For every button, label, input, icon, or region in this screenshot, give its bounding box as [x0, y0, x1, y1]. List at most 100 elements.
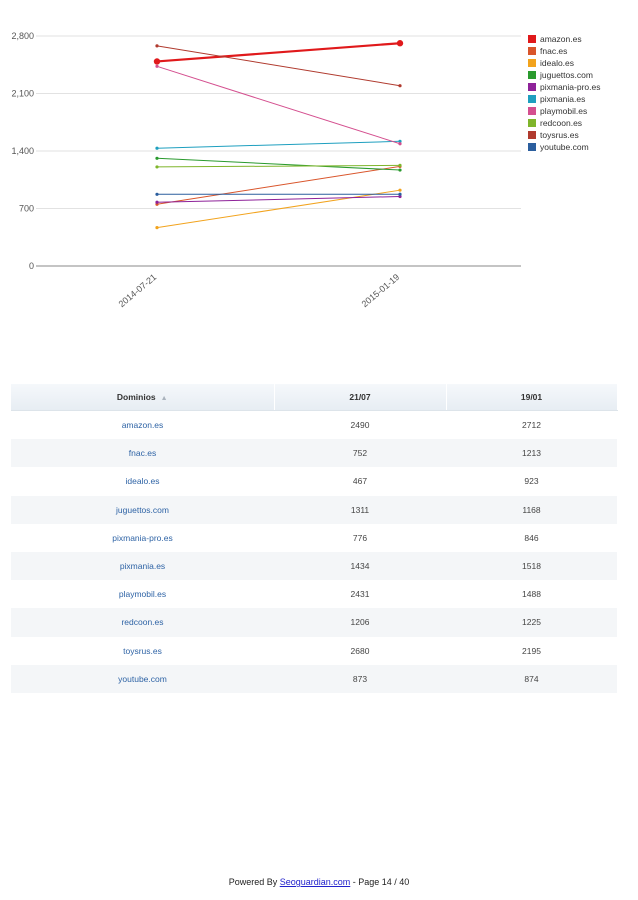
y-tick-label: 2,100 — [11, 89, 34, 99]
table-row: pixmania.es 1434 1518 — [11, 551, 617, 581]
series-line — [156, 165, 401, 205]
legend-label: fnac.es — [540, 46, 568, 56]
footer-suffix: - Page 14 / 40 — [350, 877, 410, 887]
value-cell: 2680 — [350, 645, 370, 656]
legend-item[interactable]: redcoon.es — [528, 117, 636, 129]
domains-table: Dominios ▲ 21/07 19/01 amazon.es 2490 2712 f… — [11, 384, 618, 693]
value-cell: 2431 — [350, 589, 370, 600]
x-tick-label: 2015-01-19 — [360, 272, 402, 309]
domain-cell[interactable]: pixmania-pro.es — [11, 524, 274, 552]
value-cell: 1213 — [446, 439, 617, 468]
header-dominios[interactable]: Dominios ▲ — [11, 384, 275, 411]
series-line — [156, 164, 401, 168]
data-point — [398, 192, 402, 196]
legend-swatch — [528, 83, 536, 91]
data-point — [398, 188, 402, 192]
data-point — [155, 192, 159, 196]
domain-cell[interactable]: pixmania.es — [11, 551, 274, 581]
series-line — [156, 42, 401, 63]
table-row: juguettos.com 1311 1168 — [11, 495, 617, 524]
data-point — [155, 44, 159, 48]
domain-cell[interactable]: toysrus.es — [11, 637, 274, 665]
legend-item[interactable]: youtube.com — [528, 141, 636, 153]
legend-label: youtube.com — [540, 142, 589, 152]
value-cell: 2490 — [350, 420, 370, 431]
legend-item[interactable]: pixmania-pro.es — [528, 81, 636, 93]
table-row: toysrus.es 2680 2195 — [11, 637, 617, 665]
table-body: amazon.es 2490 2712 fnac.es 752 1213 idealo.es… — [11, 411, 617, 693]
data-point — [398, 142, 402, 146]
value-cell: 1434 — [274, 551, 446, 581]
y-tick-label: 1,400 — [11, 146, 34, 156]
value-cell: 467 — [352, 476, 368, 487]
legend-swatch — [528, 107, 536, 115]
legend-item[interactable]: fnac.es — [528, 45, 636, 57]
data-point — [155, 64, 159, 68]
legend-swatch — [528, 71, 536, 79]
legend-swatch — [528, 95, 536, 103]
table-row: redcoon.es 1206 1225 — [11, 608, 617, 637]
domain-cell[interactable]: fnac.es — [11, 439, 274, 468]
value-cell: 923 — [524, 476, 539, 487]
legend-item[interactable]: idealo.es — [528, 57, 636, 69]
value-cell: 873 — [274, 664, 446, 693]
domain-cell[interactable]: redcoon.es — [11, 608, 274, 637]
series-line — [156, 65, 401, 145]
legend-label: redcoon.es — [540, 118, 583, 128]
data-point — [155, 146, 159, 150]
value-cell: 1518 — [446, 551, 617, 581]
header-date-2[interactable]: 19/01 — [446, 384, 618, 411]
value-cell: 1206 — [274, 608, 446, 637]
x-tick-label: 2014-07-21 — [117, 272, 159, 309]
legend-label: playmobil.es — [540, 106, 588, 116]
y-tick-label: 0 — [29, 261, 34, 271]
value-cell: 1225 — [446, 608, 617, 637]
legend-item[interactable]: juguettos.com — [528, 69, 636, 81]
value-cell: 752 — [274, 439, 446, 468]
series-line — [156, 140, 401, 149]
value-cell: 874 — [446, 664, 617, 693]
domain-cell[interactable]: youtube.com — [11, 664, 274, 693]
legend-swatch — [528, 131, 536, 139]
legend-label: pixmania-pro.es — [540, 82, 601, 92]
value-cell: 776 — [352, 532, 368, 543]
sort-arrow-icon[interactable]: ▲ — [161, 395, 168, 402]
legend-swatch — [528, 47, 536, 55]
value-cell: 1488 — [522, 589, 541, 600]
legend-label: idealo.es — [540, 58, 575, 68]
table-row: amazon.es 2490 2712 — [11, 411, 617, 440]
legend-swatch — [528, 143, 536, 151]
table-row: playmobil.es 2431 1488 — [11, 580, 617, 608]
page-footer: Powered By Seoguardian.com - Page 14 / 4… — [0, 877, 638, 887]
line-chart: 0 700 1,400 2,100 2,800 2014-07-21 2015-01-19 … — [0, 0, 638, 320]
footer-prefix: Powered By — [228, 877, 280, 887]
value-cell: 1168 — [446, 495, 617, 524]
legend-label: juguettos.com — [540, 70, 593, 80]
domain-cell[interactable]: amazon.es — [11, 411, 274, 440]
domain-cell[interactable]: idealo.es — [11, 467, 274, 495]
data-point — [398, 84, 402, 88]
table-row: youtube.com 873 874 — [11, 664, 617, 693]
table-row: fnac.es 752 1213 — [11, 439, 617, 468]
value-cell: 2195 — [522, 645, 541, 656]
header-date-1[interactable]: 21/07 — [274, 384, 447, 411]
legend-label: amazon.es — [540, 34, 582, 44]
value-cell: 1311 — [274, 495, 446, 524]
legend-label: toysrus.es — [540, 130, 579, 140]
legend-item[interactable]: amazon.es — [528, 33, 636, 45]
domain-cell[interactable]: playmobil.es — [11, 580, 274, 608]
footer-link[interactable]: Seoguardian.com — [280, 877, 351, 887]
data-point — [155, 200, 159, 204]
data-point — [155, 165, 159, 169]
data-point — [155, 226, 159, 230]
data-point — [398, 163, 402, 167]
table-row: pixmania-pro.es 776 846 — [11, 524, 617, 552]
table-row: idealo.es 467 923 — [11, 467, 617, 495]
legend-item[interactable]: pixmania.es — [528, 93, 636, 105]
domain-cell[interactable]: juguettos.com — [11, 495, 274, 524]
legend-item[interactable]: toysrus.es — [528, 129, 636, 141]
data-point — [398, 168, 402, 172]
legend-swatch — [528, 59, 536, 67]
legend-item[interactable]: playmobil.es — [528, 105, 636, 117]
header-dominios-label: Dominios — [116, 392, 156, 402]
